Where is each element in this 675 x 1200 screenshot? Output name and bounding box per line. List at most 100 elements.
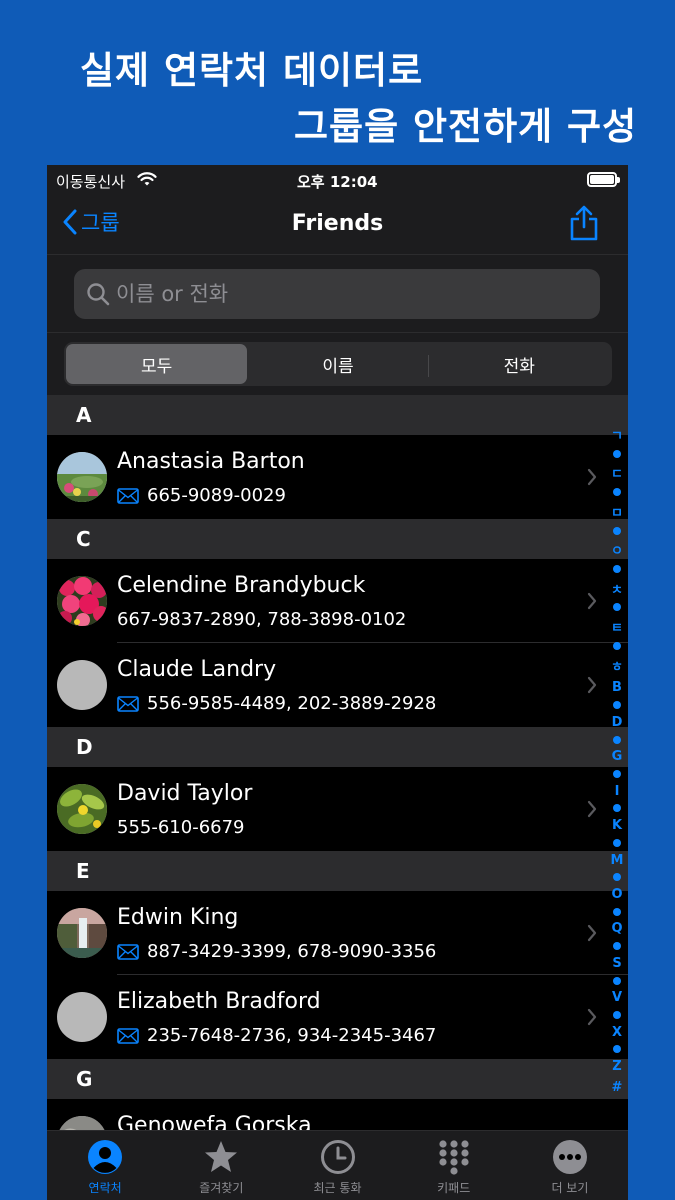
search-icon (87, 283, 110, 306)
contact-row[interactable]: Claude Landry 556-9585-4489, 202-3889-29… (47, 643, 628, 727)
index-letter[interactable]: S (612, 956, 621, 971)
battery-icon (587, 172, 620, 187)
index-dot (613, 942, 621, 951)
index-letter[interactable]: ㅊ (611, 579, 623, 598)
share-button[interactable] (569, 205, 599, 245)
contact-row[interactable]: Genowefa Gorska (47, 1099, 628, 1130)
promo-headline-line2: 그룹을 안전하게 구성 (294, 105, 638, 148)
contact-row[interactable]: Anastasia Barton 665-9089-0029 (47, 435, 628, 519)
tab-label: 최근 통화 (313, 1181, 362, 1195)
index-letter[interactable]: K (612, 818, 622, 833)
avatar (57, 576, 107, 626)
tab-label: 즐겨찾기 (199, 1181, 244, 1195)
index-dot (613, 838, 621, 847)
tab-label: 더 보기 (551, 1181, 589, 1195)
index-letter[interactable]: ㄷ (611, 463, 623, 482)
contact-name: Elizabeth Bradford (117, 989, 321, 1014)
index-dot (613, 804, 621, 813)
section-header-c: C (47, 519, 628, 559)
index-letter[interactable]: ㅇ (611, 540, 623, 559)
navigation-bar: 그룹 Friends (47, 195, 628, 255)
mail-icon (117, 487, 139, 504)
index-letter[interactable]: M (611, 853, 624, 868)
contact-phone: 555-610-6679 (117, 817, 245, 838)
chevron-right-icon (587, 676, 597, 694)
index-dot (613, 1011, 621, 1019)
index-dot (613, 449, 621, 458)
tab-bar: 연락처 즐겨찾기 최근 통화 키패드 더 보기 (47, 1130, 628, 1200)
avatar (57, 908, 107, 958)
index-letter[interactable]: O (611, 887, 622, 902)
tab-label: 연락처 (88, 1181, 122, 1195)
chevron-right-icon (587, 1008, 597, 1026)
contact-name: Edwin King (117, 905, 239, 930)
tab-more[interactable]: 더 보기 (512, 1131, 628, 1200)
index-dot (613, 907, 621, 916)
promo-headline-line1: 실제 연락처 데이터로 (80, 49, 424, 92)
index-letter[interactable]: B (612, 680, 622, 695)
contact-row[interactable]: David Taylor 555-610-6679 (47, 767, 628, 851)
index-letter[interactable]: Z (612, 1059, 621, 1074)
index-letter[interactable]: Q (611, 921, 622, 936)
section-header-g: G (47, 1059, 628, 1099)
index-letter[interactable]: G (612, 749, 623, 764)
index-letter[interactable]: ㅌ (611, 617, 623, 636)
star-icon (205, 1141, 238, 1172)
tab-keypad[interactable]: 키패드 (396, 1131, 512, 1200)
tab-label: 키패드 (437, 1181, 471, 1195)
tab-contacts[interactable]: 연락처 (47, 1131, 163, 1200)
index-letter[interactable]: I (615, 784, 620, 799)
chevron-right-icon (587, 924, 597, 942)
contact-name: David Taylor (117, 781, 253, 806)
section-header-a: A (47, 395, 628, 435)
avatar (57, 784, 107, 834)
index-letter[interactable]: X (612, 1025, 622, 1040)
index-dot (613, 769, 621, 778)
clock-icon (320, 1140, 355, 1174)
index-letter[interactable]: # (612, 1080, 623, 1095)
tab-recents[interactable]: 최근 통화 (279, 1131, 395, 1200)
share-icon (570, 205, 598, 241)
wifi-icon (137, 171, 157, 191)
search-input[interactable] (116, 269, 586, 319)
index-letter[interactable]: ㄱ (611, 425, 623, 444)
contact-phone: 887-3429-3399, 678-9090-3356 (147, 941, 437, 962)
index-letter[interactable]: ㅁ (611, 502, 623, 521)
segment-name[interactable]: 이름 (247, 344, 429, 384)
filter-segmented-control: 모두 이름 전화 (64, 342, 612, 386)
index-dot (613, 526, 621, 535)
index-letter[interactable]: D (612, 715, 623, 730)
index-dot (613, 603, 621, 612)
index-letter[interactable]: ㅎ (611, 656, 623, 675)
contact-row[interactable]: Celendine Brandybuck 667-9837-2890, 788-… (47, 559, 628, 643)
contact-list: A Anastasia Barton 665-9089-0029 C Celen… (47, 395, 628, 1130)
index-dot (613, 488, 621, 497)
search-bar[interactable] (74, 269, 600, 319)
contact-row[interactable]: Elizabeth Bradford 235-7648-2736, 934-23… (47, 975, 628, 1059)
index-dot (613, 1045, 621, 1054)
more-icon (552, 1140, 587, 1174)
mail-icon (117, 695, 139, 712)
contact-phone: 667-9837-2890, 788-3898-0102 (117, 609, 407, 630)
avatar-placeholder (57, 992, 107, 1042)
contact-name: Genowefa Gorska (117, 1113, 312, 1130)
segment-phone[interactable]: 전화 (429, 344, 610, 384)
avatar-placeholder (57, 660, 107, 710)
index-letter[interactable]: V (612, 990, 622, 1005)
status-bar: 이동통신사 오후 12:04 (47, 165, 628, 195)
segment-all[interactable]: 모두 (66, 344, 248, 384)
contact-phone: 235-7648-2736, 934-2345-3467 (147, 1025, 437, 1046)
index-dot (613, 873, 621, 882)
index-dot (613, 565, 621, 574)
contact-name: Claude Landry (117, 657, 277, 682)
section-index[interactable]: ㄱ ㄷ ㅁ ㅇ ㅊ ㅌ ㅎ B D G I K M O Q S V X Z # (607, 425, 627, 1095)
index-dot (613, 641, 621, 650)
chevron-right-icon (587, 592, 597, 610)
search-area (47, 255, 628, 333)
filter-area: 모두 이름 전화 (47, 333, 628, 395)
contact-row[interactable]: Edwin King 887-3429-3399, 678-9090-3356 (47, 891, 628, 975)
section-header-e: E (47, 851, 628, 891)
mail-icon (117, 1027, 139, 1044)
tab-favorites[interactable]: 즐겨찾기 (163, 1131, 279, 1200)
person-icon (88, 1140, 123, 1174)
